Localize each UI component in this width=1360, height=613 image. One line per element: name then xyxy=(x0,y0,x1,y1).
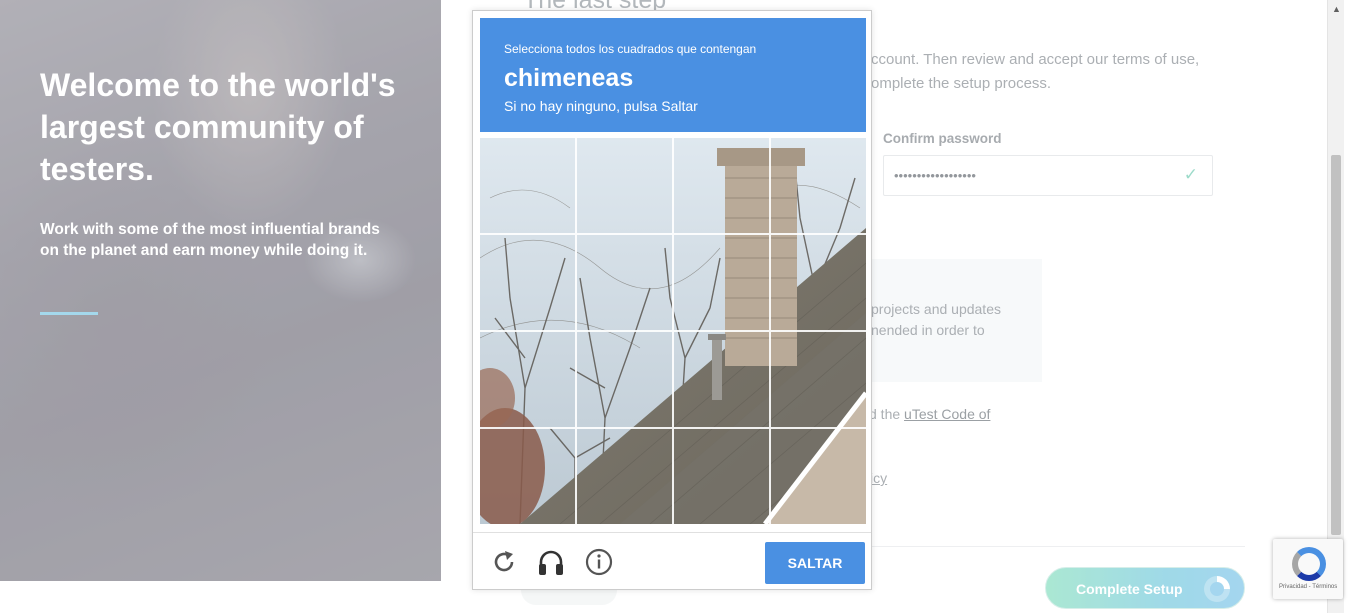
captcha-tile[interactable] xyxy=(480,234,576,331)
skip-button[interactable]: SALTAR xyxy=(765,542,865,584)
captcha-tile[interactable] xyxy=(480,138,576,234)
captcha-skip-hint: Si no hay ninguno, pulsa Saltar xyxy=(504,98,698,114)
captcha-tile[interactable] xyxy=(770,331,866,428)
captcha-tile[interactable] xyxy=(576,138,673,234)
headphones-icon[interactable] xyxy=(536,547,566,577)
captcha-dialog: Selecciona todos los cuadrados que conte… xyxy=(472,10,872,590)
page-scrollbar[interactable]: ▲ xyxy=(1327,0,1344,613)
recaptcha-privacy-links[interactable]: Privacidad - Términos xyxy=(1279,584,1337,590)
captcha-image-grid xyxy=(480,138,866,524)
captcha-tile[interactable] xyxy=(770,138,866,234)
captcha-tile[interactable] xyxy=(673,428,770,524)
captcha-instruction: Selecciona todos los cuadrados que conte… xyxy=(504,42,757,56)
captcha-tile[interactable] xyxy=(673,331,770,428)
captcha-keyword: chimeneas xyxy=(504,64,634,92)
captcha-tile[interactable] xyxy=(480,428,576,524)
captcha-tile[interactable] xyxy=(576,331,673,428)
captcha-tile[interactable] xyxy=(673,234,770,331)
captcha-tile[interactable] xyxy=(480,331,576,428)
captcha-tile[interactable] xyxy=(770,428,866,524)
recaptcha-logo-icon xyxy=(1292,547,1326,581)
captcha-header: Selecciona todos los cuadrados que conte… xyxy=(480,18,866,132)
recaptcha-badge[interactable]: Privacidad - Términos xyxy=(1273,539,1343,599)
captcha-tile[interactable] xyxy=(576,234,673,331)
captcha-tile[interactable] xyxy=(770,234,866,331)
scroll-thumb[interactable] xyxy=(1331,155,1341,535)
info-icon[interactable] xyxy=(584,547,614,577)
captcha-footer: SALTAR xyxy=(473,532,871,590)
scroll-up-arrow-icon[interactable]: ▲ xyxy=(1332,4,1341,14)
captcha-tile[interactable] xyxy=(673,138,770,234)
captcha-tile[interactable] xyxy=(576,428,673,524)
reload-icon[interactable] xyxy=(489,547,519,577)
